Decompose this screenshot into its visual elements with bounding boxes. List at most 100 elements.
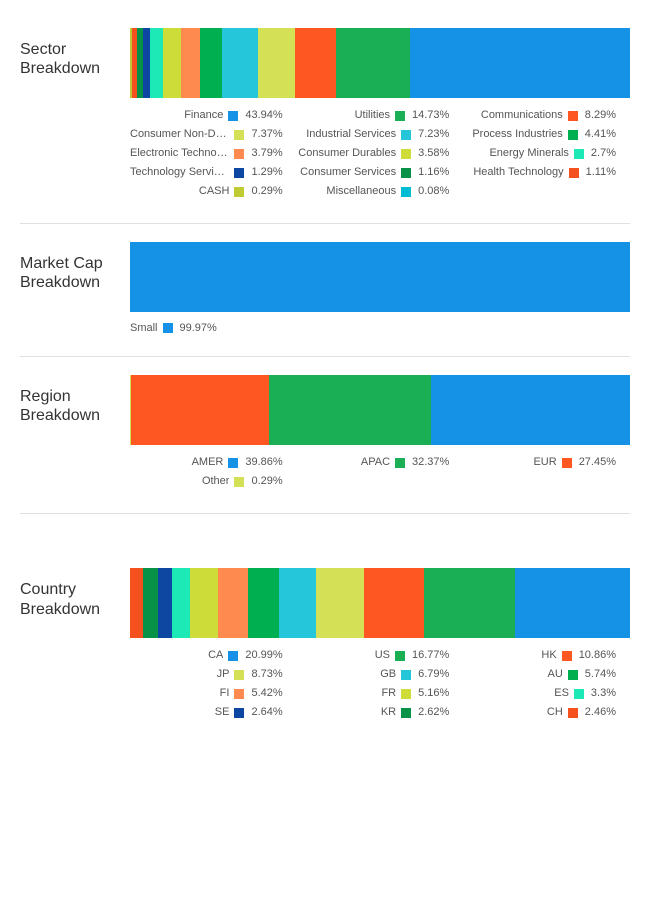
legend-swatch <box>401 187 411 197</box>
bar-segment <box>131 375 268 445</box>
section-row: Market Cap Breakdown Small99.97% <box>20 242 630 334</box>
legend: Finance 43.94% Utilities14.73%Communicatio… <box>130 106 630 201</box>
bar-segment <box>130 568 143 638</box>
bar-segment <box>336 28 410 98</box>
legend-swatch <box>228 111 238 121</box>
legend-item: KR2.62% <box>297 703 464 722</box>
title-column: Region Breakdown <box>20 375 130 491</box>
legend-item: Consumer Services1.16% <box>297 163 464 182</box>
legend-item: Health Technology1.11% <box>463 163 630 182</box>
breakdown-section: Market Cap Breakdown Small99.97% <box>20 224 630 357</box>
legend-value: 99.97% <box>180 322 217 334</box>
legend-label: Consumer Durables <box>297 145 396 162</box>
legend-swatch <box>163 323 173 333</box>
legend-value: 20.99% <box>245 647 282 664</box>
legend-item: Finance 43.94% <box>130 106 297 125</box>
legend-item: Energy Minerals2.7% <box>463 144 630 163</box>
legend-value: 2.64% <box>251 704 282 721</box>
legend-item: AMER 39.86% <box>130 453 297 472</box>
legend-label: Process Industries <box>463 126 562 143</box>
legend-swatch <box>234 187 244 197</box>
legend-swatch <box>234 130 244 140</box>
legend-label: AU <box>463 666 562 683</box>
legend-label: US <box>297 647 390 664</box>
legend-label: FR <box>297 685 396 702</box>
bar-segment <box>269 375 431 445</box>
legend-swatch <box>401 689 411 699</box>
legend-label: SE <box>130 704 229 721</box>
bar-segment <box>150 28 164 98</box>
legend-item: GB6.79% <box>297 665 464 684</box>
legend-swatch <box>234 168 244 178</box>
legend-label: Other <box>130 473 229 490</box>
legend-label: Communications <box>463 107 562 124</box>
bar-segment <box>258 28 295 98</box>
legend-label: CH <box>463 704 562 721</box>
legend-swatch <box>574 149 584 159</box>
legend-value: 2.62% <box>418 704 449 721</box>
legend-value: 0.29% <box>251 473 282 490</box>
legend-swatch <box>234 689 244 699</box>
legend-value: 32.37% <box>412 454 449 471</box>
legend-swatch <box>401 708 411 718</box>
legend-item: SE 2.64% <box>130 703 297 722</box>
bar-segment <box>410 28 630 98</box>
breakdown-section: Sector Breakdown Finance 43.94% Utilities14… <box>20 10 630 224</box>
stacked-bar <box>130 375 630 445</box>
legend-label: ES <box>463 685 569 702</box>
section-title: Country Breakdown <box>20 580 130 618</box>
legend-label: HK <box>463 647 556 664</box>
legend-value: 5.74% <box>585 666 616 683</box>
bar-segment <box>163 28 181 98</box>
section-row: Sector Breakdown Finance 43.94% Utilities14… <box>20 28 630 201</box>
legend-value: 43.94% <box>245 107 282 124</box>
stacked-bar <box>130 28 630 98</box>
legend-item: US 16.77% <box>297 646 464 665</box>
legend-swatch <box>228 651 238 661</box>
legend-value: 16.77% <box>412 647 449 664</box>
bar-segment <box>364 568 423 638</box>
bar-segment <box>130 242 630 312</box>
legend-item: Consumer Non-Durables7.37% <box>130 125 297 144</box>
bar-segment <box>222 28 258 98</box>
legend-swatch <box>401 149 411 159</box>
legend-value: 39.86% <box>245 454 282 471</box>
legend-label: JP <box>130 666 229 683</box>
legend-label: EUR <box>463 454 556 471</box>
bar-segment <box>515 568 630 638</box>
legend-item: Communications8.29% <box>463 106 630 125</box>
bar-segment <box>279 568 316 638</box>
legend-value: 0.08% <box>418 183 449 200</box>
legend-item: Small99.97% <box>130 322 217 334</box>
bar-segment <box>172 568 190 638</box>
legend-item: JP 8.73% <box>130 665 297 684</box>
legend-swatch <box>234 708 244 718</box>
legend: AMER39.86%APAC32.37%EUR27.45%Other0.29% <box>130 453 630 491</box>
legend-label: Consumer Services <box>297 164 396 181</box>
legend-value: 8.73% <box>251 666 282 683</box>
legend-label: CASH <box>130 183 229 200</box>
legend-label: Industrial Services <box>297 126 396 143</box>
legend-label: AMER <box>130 454 223 471</box>
breakdown-dashboard: Sector Breakdown Finance 43.94% Utilities14… <box>20 10 630 745</box>
legend-swatch <box>228 458 238 468</box>
bar-segment <box>248 568 279 638</box>
legend-label: Finance <box>130 107 223 124</box>
legend-label: Health Technology <box>463 164 563 181</box>
bar-segment <box>190 568 218 638</box>
legend-value: 2.7% <box>591 145 616 162</box>
bar-segment <box>143 568 157 638</box>
stacked-bar <box>130 568 630 638</box>
legend-item: Utilities14.73% <box>297 106 464 125</box>
chart-column: Small99.97% <box>130 242 630 334</box>
legend-swatch <box>568 130 578 140</box>
section-title: Sector Breakdown <box>20 40 130 78</box>
legend-item: CASH0.29% <box>130 182 297 201</box>
legend-label: Electronic Technology <box>130 145 229 162</box>
legend-value: 6.79% <box>418 666 449 683</box>
legend-swatch <box>562 458 572 468</box>
legend-item: Industrial Services7.23% <box>297 125 464 144</box>
section-row: Country BreakdownCA20.99%US16.77%HK10.86… <box>20 568 630 722</box>
bar-segment <box>158 568 172 638</box>
section-title: Market Cap Breakdown <box>20 254 130 292</box>
